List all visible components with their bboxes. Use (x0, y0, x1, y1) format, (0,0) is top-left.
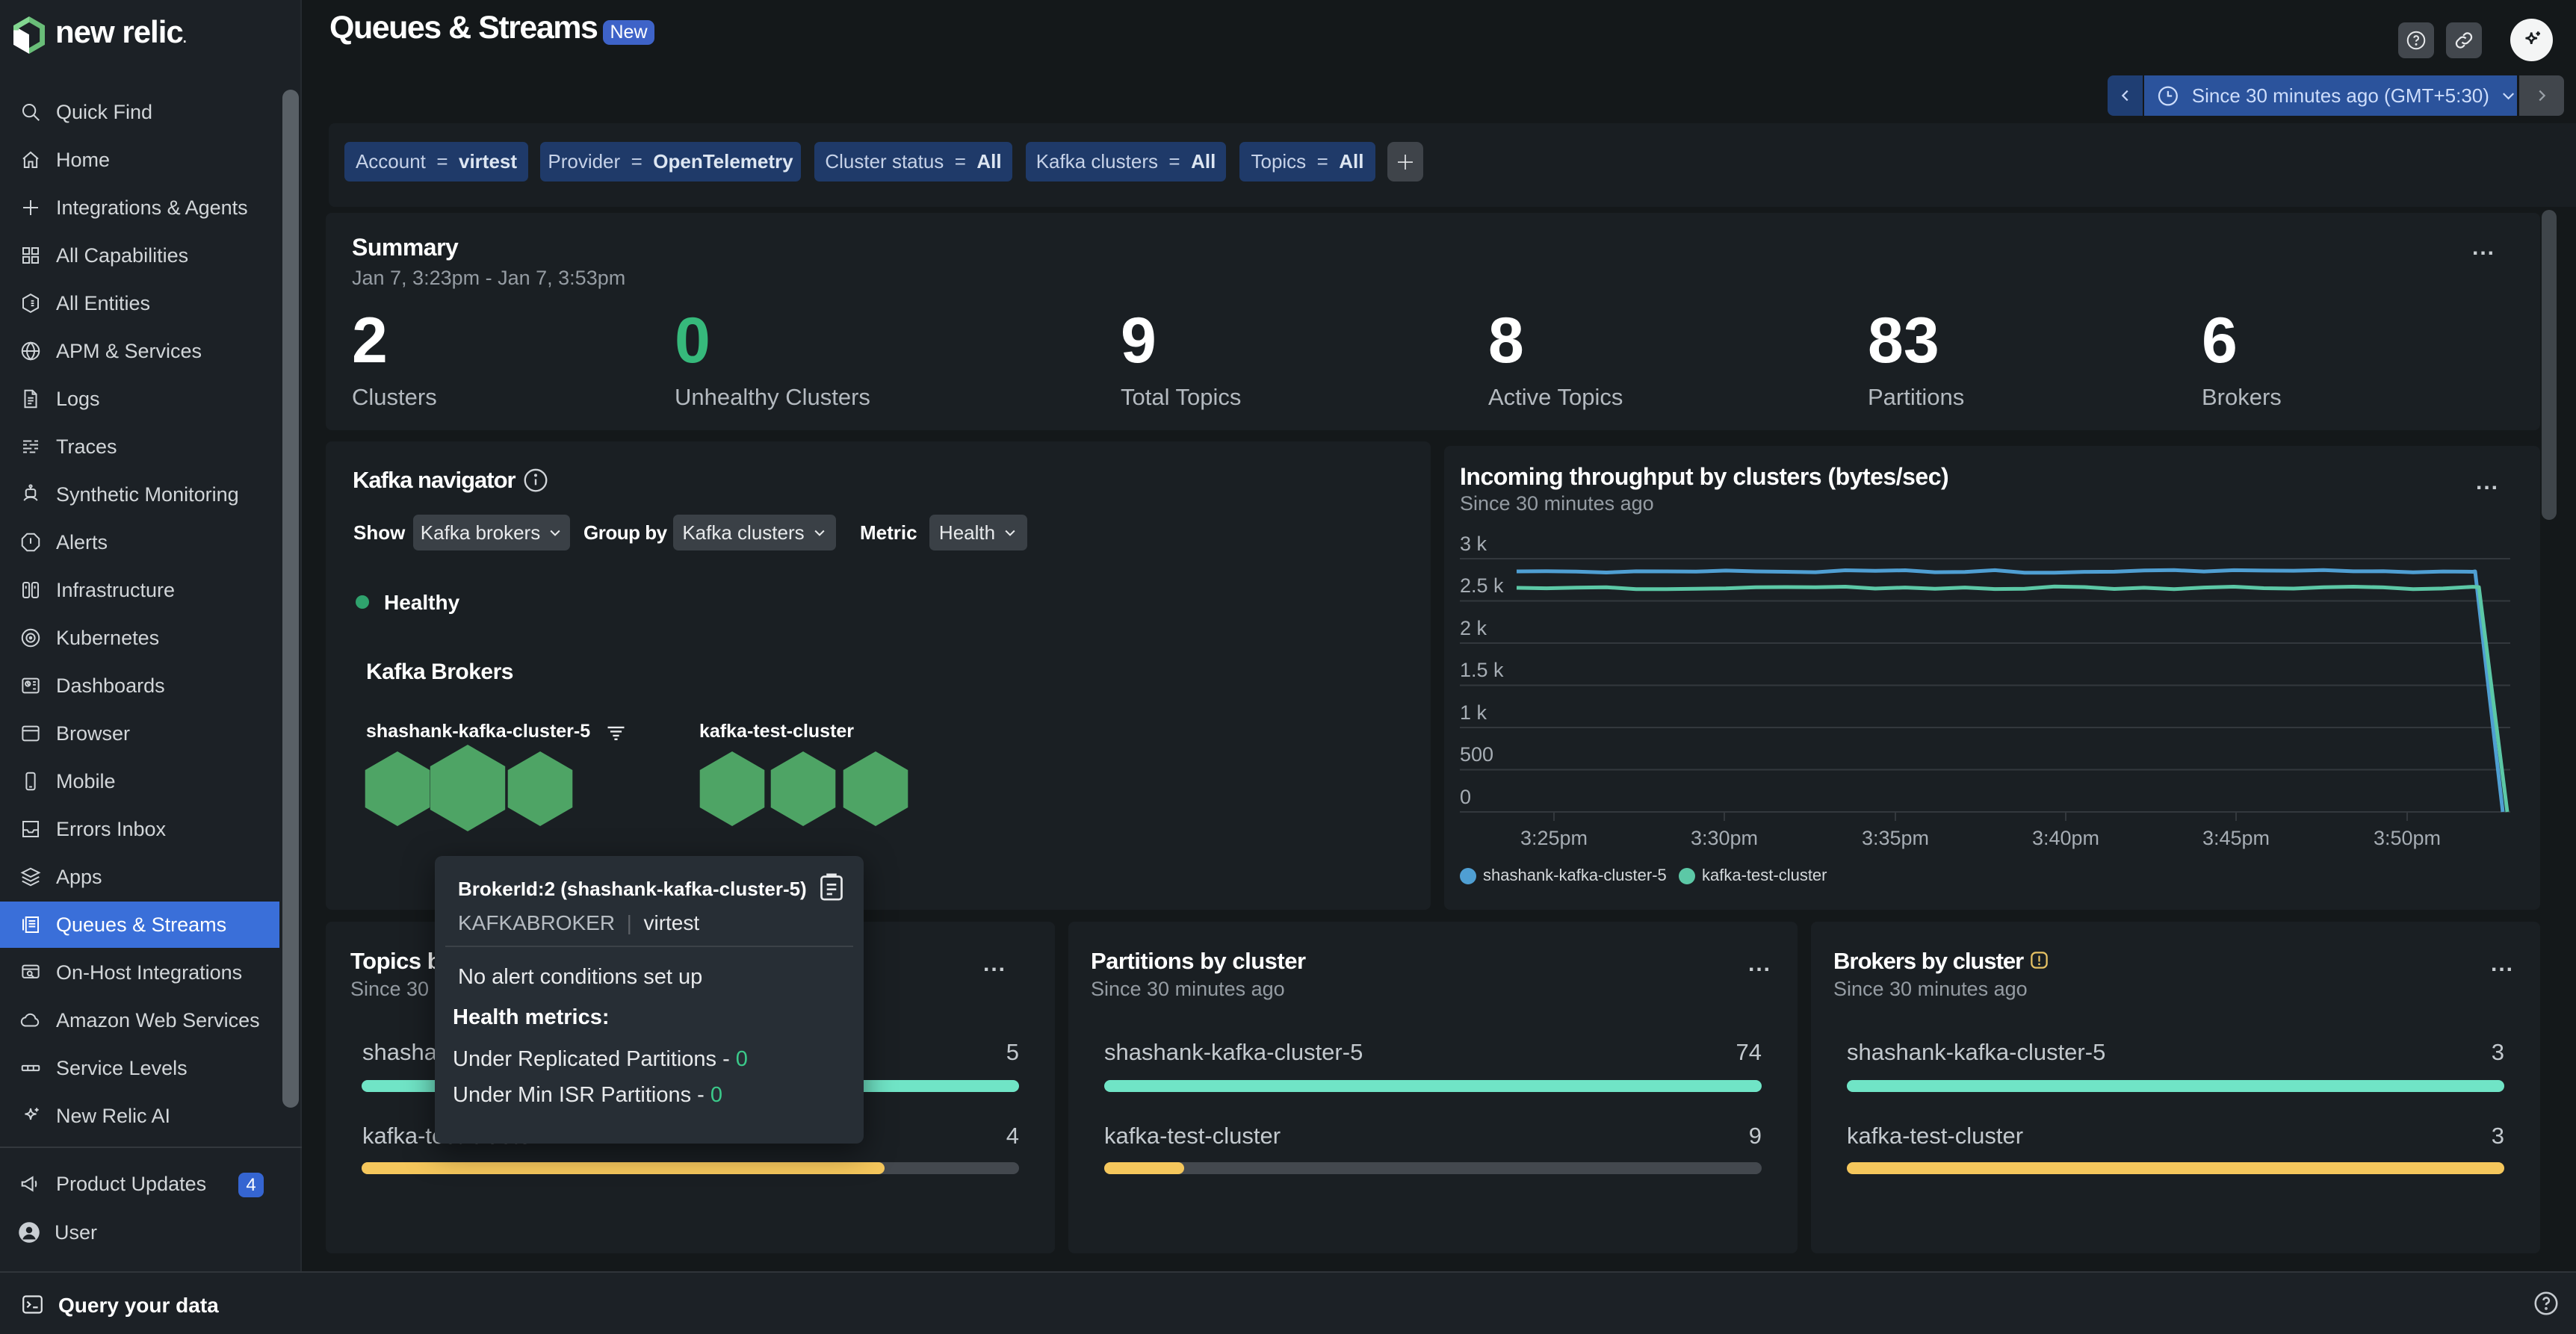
svg-text:3:30pm: 3:30pm (1691, 827, 1758, 849)
svg-text:3:25pm: 3:25pm (1520, 827, 1588, 849)
svg-text:0: 0 (1460, 786, 1471, 808)
svg-text:3:35pm: 3:35pm (1862, 827, 1929, 849)
svg-text:3 k: 3 k (1460, 533, 1487, 555)
svg-text:2 k: 2 k (1460, 617, 1487, 639)
svg-text:1 k: 1 k (1460, 701, 1487, 724)
svg-text:3:45pm: 3:45pm (2202, 827, 2270, 849)
svg-text:1.5 k: 1.5 k (1460, 659, 1504, 681)
svg-text:500: 500 (1460, 743, 1493, 766)
svg-text:3:40pm: 3:40pm (2032, 827, 2099, 849)
svg-text:shashank-kafka-cluster-5: shashank-kafka-cluster-5 (1483, 866, 1667, 884)
svg-text:2.5 k: 2.5 k (1460, 574, 1504, 597)
svg-text:3:50pm: 3:50pm (2374, 827, 2441, 849)
svg-text:kafka-test-cluster: kafka-test-cluster (1702, 866, 1827, 884)
